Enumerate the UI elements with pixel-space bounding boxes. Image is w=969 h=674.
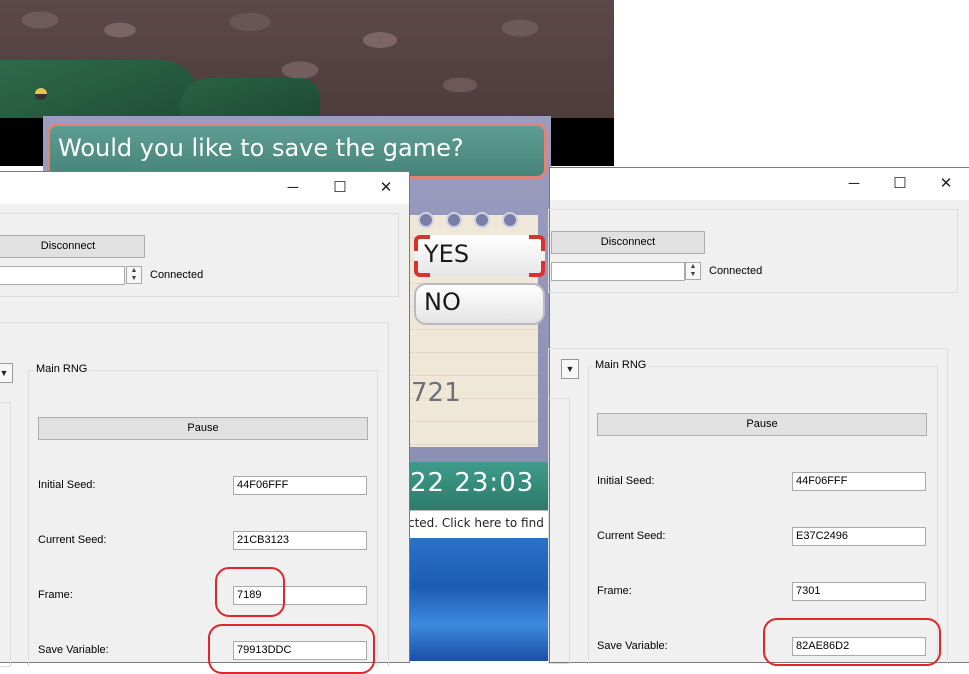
item-ball-icon bbox=[35, 88, 47, 100]
notepad-number: 721 bbox=[411, 378, 461, 408]
browser-notification-text[interactable]: cted. Click here to find a ro bbox=[408, 516, 571, 530]
save-variable-label: Save Variable: bbox=[38, 644, 109, 656]
connection-status: Connected bbox=[150, 269, 204, 281]
disconnect-button[interactable]: Disconnect bbox=[551, 231, 705, 254]
initial-seed-label: Initial Seed: bbox=[38, 479, 96, 491]
port-input[interactable] bbox=[551, 262, 685, 281]
yes-button-label: YES bbox=[424, 240, 470, 268]
rng-tool-window-left: ─ ☐ ✕ Disconnect ▲ ▼ Connected ▼ Main RNG… bbox=[0, 171, 410, 674]
frame-label: Frame: bbox=[38, 589, 73, 601]
current-seed-field[interactable]: 21CB3123 bbox=[233, 531, 367, 550]
close-icon[interactable]: ✕ bbox=[363, 172, 409, 204]
maximize-icon[interactable]: ☐ bbox=[317, 172, 363, 204]
frame-field[interactable]: 7301 bbox=[792, 582, 926, 601]
initial-seed-field[interactable]: 44F06FFF bbox=[233, 476, 367, 495]
port-input[interactable] bbox=[0, 266, 125, 285]
pause-button[interactable]: Pause bbox=[38, 417, 368, 440]
game-scene-grass bbox=[180, 78, 320, 118]
maximize-icon[interactable]: ☐ bbox=[877, 168, 923, 200]
no-button-label: NO bbox=[424, 288, 461, 316]
window-titlebar[interactable]: ─ ☐ ✕ bbox=[0, 172, 409, 204]
notepad-ring-icon bbox=[418, 212, 434, 228]
connection-status: Connected bbox=[709, 265, 763, 277]
disconnect-button[interactable]: Disconnect bbox=[0, 235, 145, 258]
side-group bbox=[0, 402, 11, 667]
chevron-down-icon[interactable]: ▼ bbox=[561, 359, 579, 379]
pause-button[interactable]: Pause bbox=[597, 413, 927, 436]
spin-updown-icon[interactable]: ▲ ▼ bbox=[126, 266, 142, 284]
frame-highlight-circle bbox=[215, 567, 285, 617]
initial-seed-label: Initial Seed: bbox=[597, 475, 655, 487]
current-seed-field[interactable]: E37C2496 bbox=[792, 527, 926, 546]
game-scene-grass bbox=[0, 60, 200, 118]
clock-text: 22 23:03 bbox=[410, 468, 535, 498]
side-group bbox=[548, 398, 570, 664]
main-rng-title: Main RNG bbox=[34, 363, 90, 375]
close-icon[interactable]: ✕ bbox=[923, 168, 969, 200]
initial-seed-field[interactable]: 44F06FFF bbox=[792, 472, 926, 491]
main-rng-group bbox=[28, 370, 378, 667]
save-variable-label: Save Variable: bbox=[597, 640, 668, 652]
spin-updown-icon[interactable]: ▲ ▼ bbox=[685, 262, 701, 280]
rng-tool-window-right: ─ ☐ ✕ Disconnect ▲ ▼ Connected ▼ Main RNG… bbox=[548, 167, 969, 666]
current-seed-label: Current Seed: bbox=[38, 534, 107, 546]
main-rng-title: Main RNG bbox=[593, 359, 649, 371]
minimize-icon[interactable]: ─ bbox=[270, 172, 316, 204]
notepad-ring-icon bbox=[446, 212, 462, 228]
save-dialog-text: Would you like to save the game? bbox=[58, 134, 464, 162]
notepad-ring-icon bbox=[474, 212, 490, 228]
notepad-ring-icon bbox=[502, 212, 518, 228]
save-variable-highlight-circle bbox=[208, 624, 375, 674]
minimize-icon[interactable]: ─ bbox=[831, 168, 877, 200]
current-seed-label: Current Seed: bbox=[597, 530, 666, 542]
frame-label: Frame: bbox=[597, 585, 632, 597]
save-variable-highlight-circle bbox=[763, 618, 941, 666]
window-titlebar[interactable]: ─ ☐ ✕ bbox=[550, 168, 969, 200]
chevron-down-icon[interactable]: ▼ bbox=[0, 363, 13, 383]
desktop-wallpaper bbox=[400, 538, 550, 661]
